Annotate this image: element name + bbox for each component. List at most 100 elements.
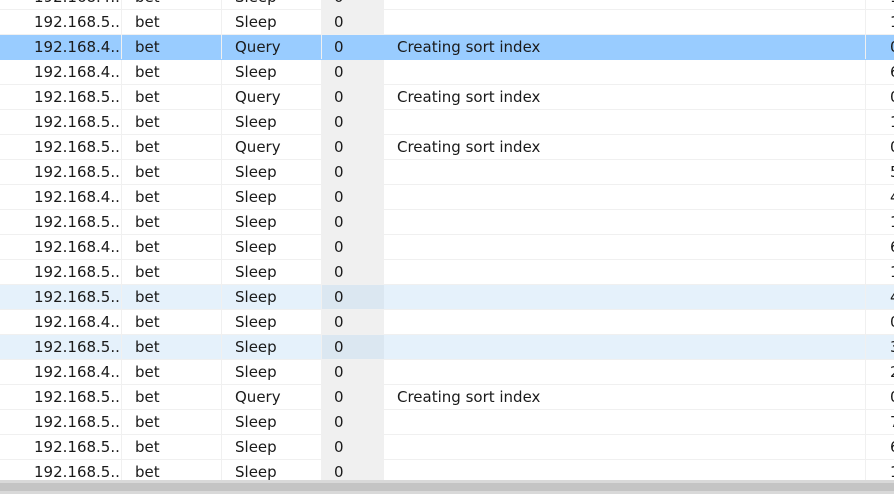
host-cell: 192.168.5... <box>0 410 122 434</box>
database-cell: bet <box>122 185 222 209</box>
host-cell: 192.168.5... <box>0 10 122 34</box>
info-cell: 0 <box>866 310 894 334</box>
database-cell: bet <box>122 435 222 459</box>
table-row[interactable]: 192.168.5...betSleep0 1 <box>0 210 894 235</box>
state-cell: Creating sort index <box>384 135 866 159</box>
time-cell: 0 <box>322 460 384 480</box>
host-cell: 192.168.5... <box>0 385 122 409</box>
state-cell <box>384 335 866 359</box>
table-row[interactable]: 192.168.5...betSleep0 1 <box>0 110 894 135</box>
table-row[interactable]: 192.168.5... bet Query 0 Creating sort index… <box>0 85 894 110</box>
database-cell: bet <box>122 360 222 384</box>
table-row[interactable]: 192.168.5...betSleep0 5 <box>0 160 894 185</box>
table-row[interactable]: 192.168.4...betSleep0 2 <box>0 360 894 385</box>
command-cell: Sleep <box>222 160 322 184</box>
time-cell: 0 <box>322 260 384 284</box>
info-cell: 6 <box>866 435 894 459</box>
time-cell: 0 <box>322 135 384 159</box>
time-cell: 0 <box>322 360 384 384</box>
host-cell: 192.168.5... <box>0 160 122 184</box>
table-row[interactable]: 192.168.5... bet Query 0 Creating sort index… <box>0 385 894 410</box>
database-cell: bet <box>122 0 222 9</box>
state-cell <box>384 410 866 434</box>
table-row[interactable]: 192.168.5...betSleep0 1 <box>0 10 894 35</box>
table-row[interactable]: 192.168.4...betSleep0 6 <box>0 235 894 260</box>
database-cell: bet <box>122 335 222 359</box>
host-cell: 192.168.5... <box>0 135 122 159</box>
info-cell: 0 <box>866 85 894 109</box>
table-row[interactable]: 192.168.5...betSleep0 1 <box>0 260 894 285</box>
table-row[interactable]: 192.168.4...betSleep0 6 <box>0 60 894 85</box>
host-cell: 192.168.4... <box>0 0 122 9</box>
state-cell <box>384 110 866 134</box>
time-cell: 0 <box>322 10 384 34</box>
command-cell: Query <box>222 85 322 109</box>
info-cell: 3 <box>866 335 894 359</box>
command-cell: Sleep <box>222 410 322 434</box>
time-cell: 0 <box>322 160 384 184</box>
table-row[interactable]: 192.168.5...betSleep0 1 <box>0 460 894 480</box>
state-cell <box>384 185 866 209</box>
table-row[interactable]: 192.168.5...betSleep0 3 <box>0 335 894 360</box>
time-cell: 0 <box>322 385 384 409</box>
time-cell: 0 <box>322 185 384 209</box>
table-row[interactable]: 192.168.4...betSleep0 4 <box>0 185 894 210</box>
state-cell <box>384 360 866 384</box>
info-cell: 1 <box>866 10 894 34</box>
state-cell <box>384 210 866 234</box>
table-row[interactable]: 192.168.5...betSleep0 4 <box>0 285 894 310</box>
info-cell: 1 <box>866 260 894 284</box>
database-cell: bet <box>122 160 222 184</box>
time-cell: 0 <box>322 110 384 134</box>
command-cell: Sleep <box>222 10 322 34</box>
state-cell <box>384 60 866 84</box>
info-cell: 1 <box>866 110 894 134</box>
time-cell: 0 <box>322 310 384 334</box>
command-cell: Sleep <box>222 110 322 134</box>
time-cell: 0 <box>322 285 384 309</box>
info-cell: 0 <box>866 35 894 59</box>
table-row[interactable]: 192.168.5...betSleep0 7 <box>0 410 894 435</box>
time-cell: 0 <box>322 235 384 259</box>
state-cell <box>384 10 866 34</box>
command-cell: Sleep <box>222 260 322 284</box>
host-cell: 192.168.4... <box>0 60 122 84</box>
table-row[interactable]: 192.168.5... bet Query 0 Creating sort index… <box>0 135 894 160</box>
state-cell <box>384 0 866 9</box>
info-cell: 1 <box>866 0 894 9</box>
info-cell: 1 <box>866 460 894 480</box>
command-cell: Sleep <box>222 185 322 209</box>
horizontal-scrollbar-thumb[interactable] <box>0 483 894 491</box>
info-cell: 4 <box>866 185 894 209</box>
database-cell: bet <box>122 35 222 59</box>
host-cell: 192.168.5... <box>0 85 122 109</box>
info-cell: 1 <box>866 210 894 234</box>
state-cell <box>384 160 866 184</box>
host-cell: 192.168.4... <box>0 360 122 384</box>
table-row[interactable]: 192.168.5...betSleep0 6 <box>0 435 894 460</box>
database-cell: bet <box>122 135 222 159</box>
process-list-grid[interactable]: 192.168.4...betSleep01192.168.5...betSle… <box>0 0 894 480</box>
state-cell <box>384 260 866 284</box>
state-cell: Creating sort index <box>384 35 866 59</box>
horizontal-scrollbar[interactable] <box>0 480 894 494</box>
command-cell: Sleep <box>222 285 322 309</box>
host-cell: 192.168.4... <box>0 310 122 334</box>
host-cell: 192.168.4... <box>0 235 122 259</box>
command-cell: Sleep <box>222 210 322 234</box>
state-cell <box>384 310 866 334</box>
table-row[interactable]: 192.168.4...betSleep00 <box>0 310 894 335</box>
command-cell: Sleep <box>222 235 322 259</box>
table-row[interactable]: 192.168.4... bet Query 0 Creating sort index… <box>0 35 894 60</box>
command-cell: Sleep <box>222 0 322 9</box>
table-row[interactable]: 192.168.4...betSleep0 1 <box>0 0 894 10</box>
state-cell <box>384 460 866 480</box>
host-cell: 192.168.4... <box>0 185 122 209</box>
database-cell: bet <box>122 110 222 134</box>
time-cell: 0 <box>322 210 384 234</box>
database-cell: bet <box>122 60 222 84</box>
time-cell: 0 <box>322 335 384 359</box>
time-cell: 0 <box>322 60 384 84</box>
database-cell: bet <box>122 310 222 334</box>
host-cell: 192.168.5... <box>0 260 122 284</box>
